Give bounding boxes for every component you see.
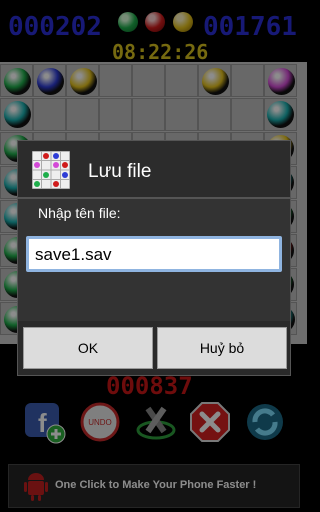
dialog-buttons: OK Huỷ bỏ: [18, 321, 290, 375]
dialog-title-bar: Lưu file: [18, 141, 290, 197]
dialog-title: Lưu file: [88, 161, 152, 182]
ok-button[interactable]: OK: [23, 327, 153, 369]
filename-input[interactable]: save1.sav: [26, 236, 282, 272]
filename-prompt: Nhập tên file:: [38, 205, 121, 221]
cancel-button[interactable]: Huỷ bỏ: [157, 327, 287, 369]
save-file-dialog: Lưu file Nhập tên file: save1.sav OK Huỷ…: [17, 140, 291, 376]
app-board-icon: [32, 151, 70, 189]
dialog-divider: [18, 197, 290, 199]
